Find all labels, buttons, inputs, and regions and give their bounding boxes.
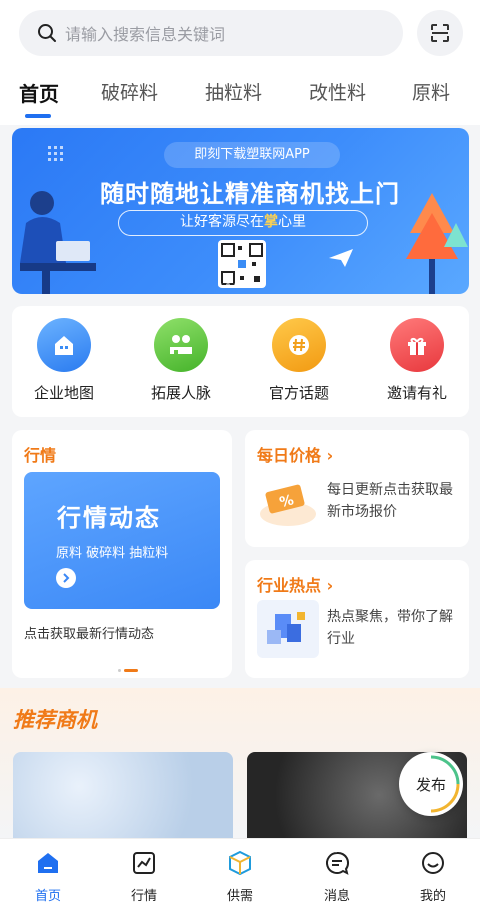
- market-card[interactable]: 行情 行情动态 原料 破碎料 抽粒料 点击获取最新行情动态: [12, 430, 232, 678]
- market-trend-box[interactable]: 行情动态 原料 破碎料 抽粒料: [24, 472, 220, 609]
- industry-hot-title: 行业热点 ›: [257, 576, 334, 595]
- daily-price-desc: 每日更新点击获取最新市场报价: [327, 482, 453, 520]
- search-placeholder: 请输入搜索信息关键词: [65, 25, 226, 44]
- nav-profile[interactable]: 我的: [398, 849, 468, 904]
- industry-hot-desc: 热点聚焦，带你了解行业: [327, 609, 453, 647]
- recommend-title: 推荐商机: [13, 708, 97, 732]
- carousel-indicator: [118, 669, 138, 672]
- quick-item-enterprise-map[interactable]: 企业地图: [14, 318, 114, 403]
- quick-access-panel: 企业地图 拓展人脉 官方话题 邀请有礼: [12, 306, 469, 417]
- daily-price-title: 每日价格 ›: [257, 446, 334, 465]
- nav-messages[interactable]: 消息: [302, 849, 372, 904]
- tab-crushed[interactable]: 破碎料: [101, 78, 158, 105]
- cubes-icon: [257, 600, 319, 658]
- banner-headline: 随时随地让精准商机找上门: [100, 180, 400, 208]
- hashtag-icon: [272, 318, 326, 372]
- quick-item-topics[interactable]: 官方话题: [249, 318, 349, 403]
- quick-label: 邀请有礼: [386, 384, 447, 402]
- nav-label: 消息: [323, 889, 350, 904]
- qr-code: [218, 240, 266, 288]
- tab-modified[interactable]: 改性料: [309, 78, 366, 105]
- paper-plane-icon: [329, 249, 353, 267]
- people-icon: [154, 318, 208, 372]
- message-icon: [323, 849, 351, 877]
- daily-price-card[interactable]: 每日价格 › % 每日更新点击获取最新市场报价: [245, 430, 469, 547]
- home-icon: [34, 849, 62, 877]
- search-icon: [38, 24, 56, 42]
- nav-market[interactable]: 行情: [109, 849, 179, 904]
- nav-label: 我的: [419, 889, 446, 904]
- tab-home[interactable]: 首页: [19, 78, 59, 107]
- discount-coupon-icon: %: [257, 474, 319, 532]
- quick-label: 企业地图: [33, 384, 94, 402]
- gift-icon: [390, 318, 444, 372]
- arrow-right-icon[interactable]: [56, 568, 76, 588]
- quick-label: 拓展人脉: [150, 384, 211, 402]
- quick-label: 官方话题: [268, 384, 329, 402]
- tab-pellet[interactable]: 抽粒料: [205, 78, 262, 105]
- nav-label: 行情: [130, 889, 157, 904]
- tab-raw[interactable]: 原料: [412, 78, 450, 105]
- industry-hot-card[interactable]: 行业热点 › 热点聚焦，带你了解行业: [245, 560, 469, 678]
- nav-supply-demand[interactable]: 供需: [205, 849, 275, 904]
- promo-banner[interactable]: 即刻下载塑联网APP 随时随地让精准商机找上门 让好客源尽在掌心里: [12, 128, 469, 294]
- market-trend-tags: 原料 破碎料 抽粒料: [56, 546, 169, 561]
- quick-item-invite[interactable]: 邀请有礼: [367, 318, 467, 403]
- banner-subline: 让好客源尽在掌心里: [118, 210, 368, 236]
- top-bar: 请输入搜索信息关键词 首页 破碎料 抽粒料 改性料 原料: [0, 0, 480, 125]
- nav-label: 首页: [34, 889, 61, 904]
- banner-dots: [218, 283, 254, 287]
- chart-icon: [130, 849, 158, 877]
- grid-decoration: [48, 146, 63, 161]
- product-image-clear-pellets[interactable]: [13, 752, 233, 838]
- market-trend-title: 行情动态: [57, 504, 161, 532]
- market-desc: 点击获取最新行情动态: [24, 627, 155, 642]
- tab-active-indicator: [25, 114, 51, 118]
- quick-item-contacts[interactable]: 拓展人脉: [131, 318, 231, 403]
- nav-label: 供需: [226, 889, 253, 904]
- scan-icon: [431, 24, 449, 42]
- building-icon: [37, 318, 91, 372]
- category-tabs: 首页 破碎料 抽粒料 改性料 原料: [0, 72, 480, 118]
- qr-code-icon: [221, 243, 263, 285]
- scan-button[interactable]: [417, 10, 463, 56]
- smile-face-icon: [419, 849, 447, 877]
- box-icon: [226, 849, 254, 877]
- bottom-nav: 首页 行情 供需 消息 我的: [0, 838, 480, 917]
- publish-button[interactable]: 发布: [399, 752, 463, 816]
- publish-label: 发布: [415, 775, 446, 794]
- market-title: 行情: [24, 446, 57, 465]
- banner-pill: 即刻下载塑联网APP: [164, 142, 340, 168]
- search-input[interactable]: 请输入搜索信息关键词: [19, 10, 403, 56]
- nav-home[interactable]: 首页: [13, 849, 83, 904]
